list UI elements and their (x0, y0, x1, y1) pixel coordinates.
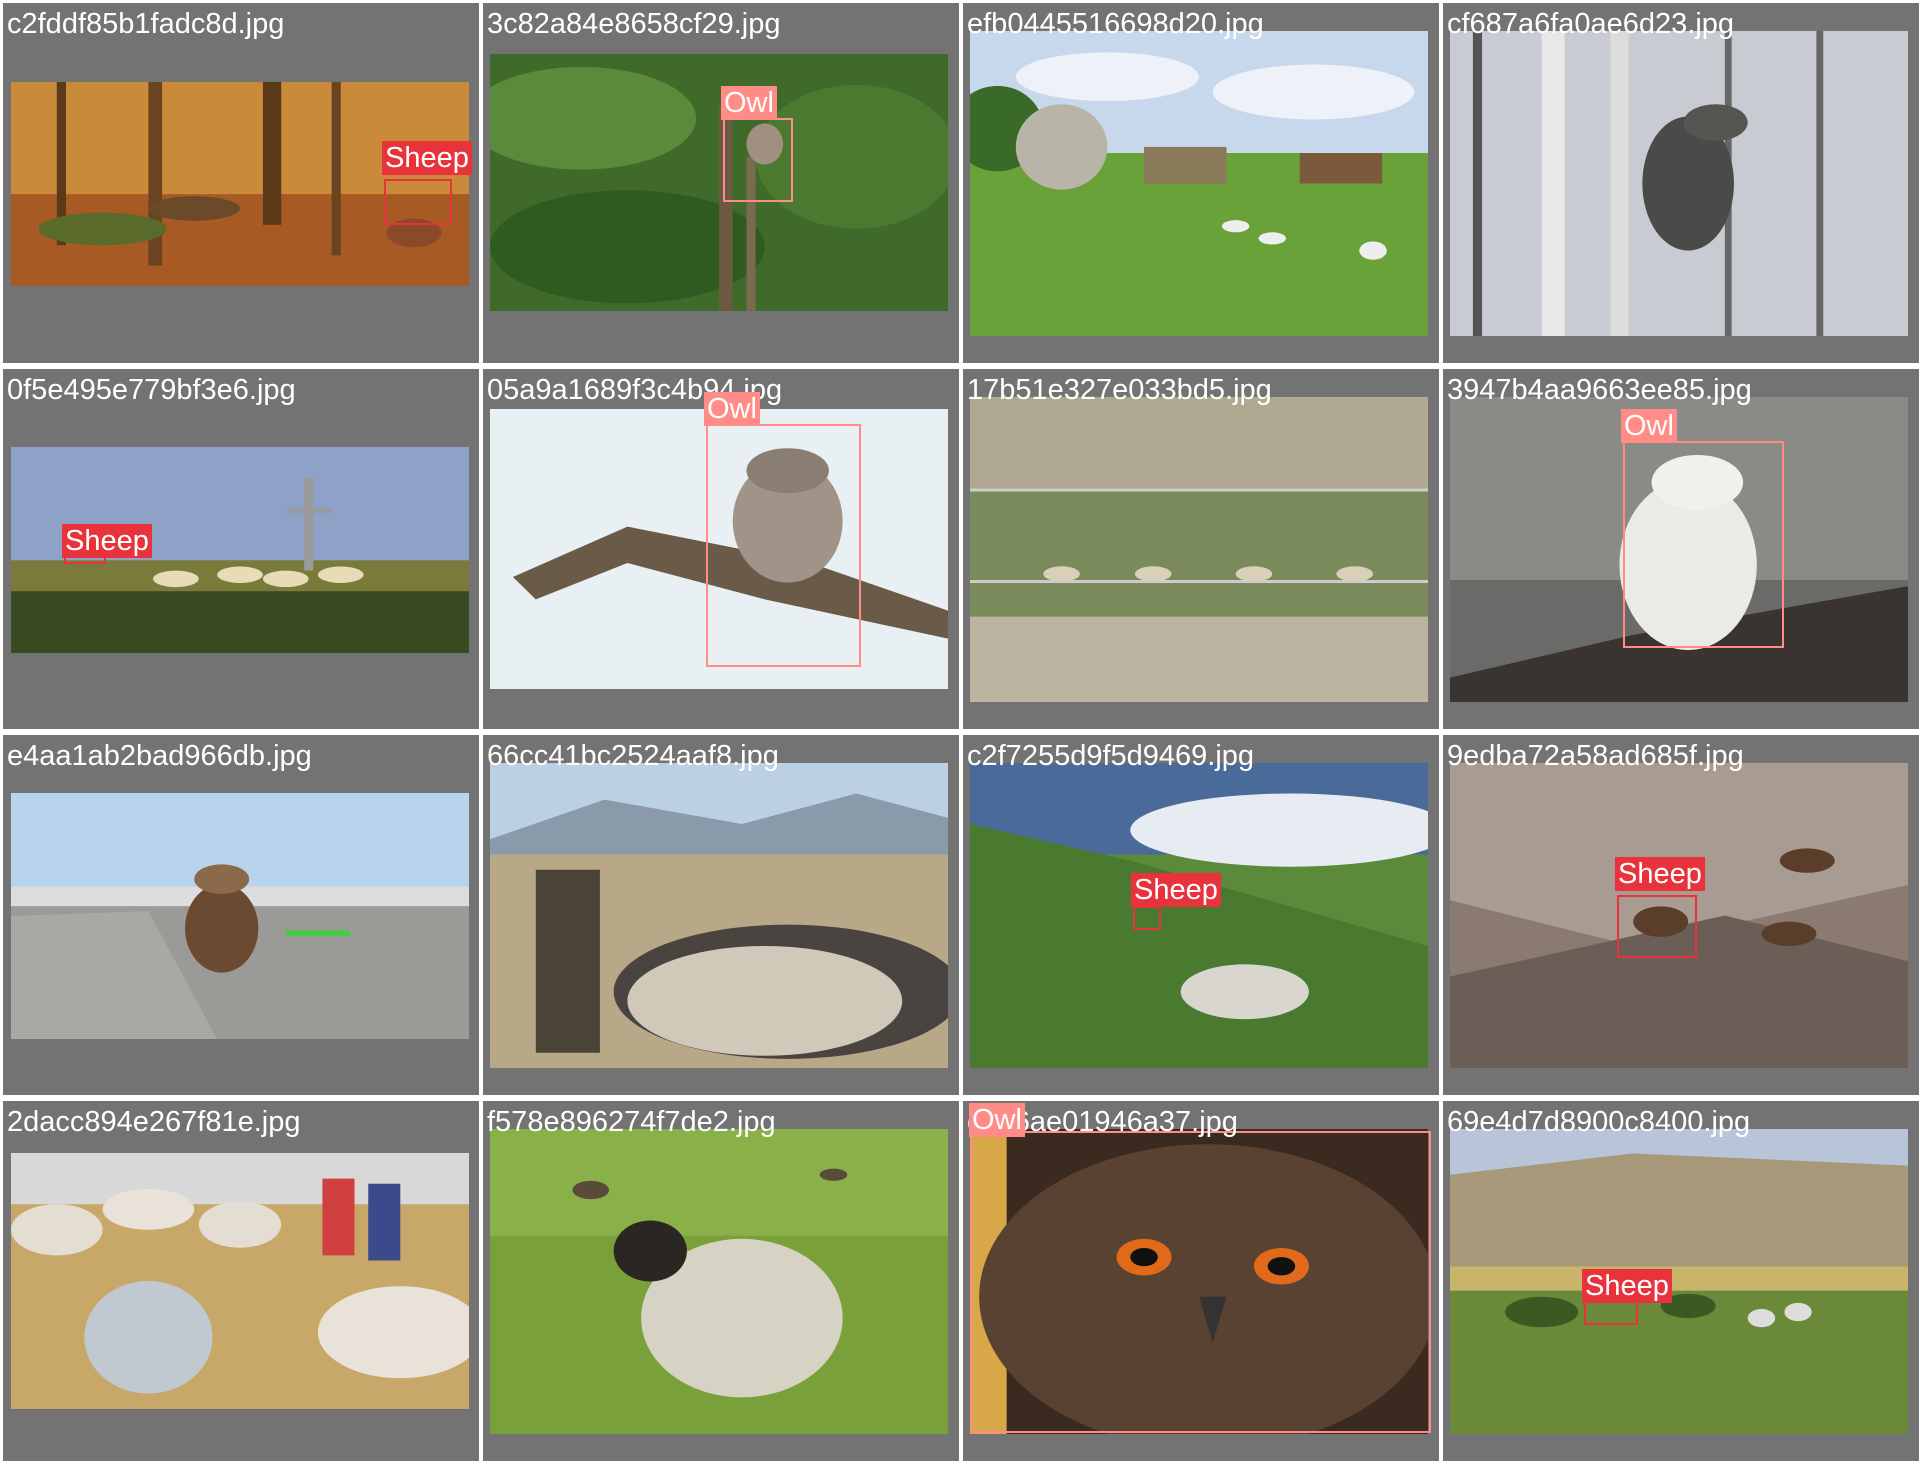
owl-bounding-box (971, 1131, 1431, 1433)
tile-11[interactable]: Sheep c2f7255d9f5d9469.jpg (963, 735, 1439, 1095)
tile-filename: f578e896274f7de2.jpg (487, 1106, 776, 1138)
owl-mascot-road-image (11, 793, 469, 1039)
tile-filename: e4aa1ab2bad966db.jpg (7, 740, 312, 772)
tile-filename: 66cc41bc2524aaf8.jpg (487, 740, 779, 772)
tile-7[interactable]: 17b51e327e033bd5.jpg (963, 369, 1439, 729)
tile-4[interactable]: cf687a6fa0ae6d23.jpg (1443, 3, 1919, 363)
tile-photo (970, 397, 1428, 702)
tile-2[interactable]: Owl 3c82a84e8658cf29.jpg (483, 3, 959, 363)
sheep-bounding-box (1133, 906, 1161, 930)
tile-photo (11, 793, 469, 1039)
tile-10[interactable]: 66cc41bc2524aaf8.jpg (483, 735, 959, 1095)
sheep-bounding-box (1617, 895, 1697, 958)
tile-photo (490, 763, 948, 1068)
tile-filename: 2dacc894e267f81e.jpg (7, 1106, 301, 1138)
green-tree-owl-image (490, 54, 948, 311)
barn-children-sheep-image (11, 1153, 469, 1409)
tile-15[interactable]: Owl c056ae01946a37.jpg (963, 1101, 1439, 1461)
owl-bare-birch-image (1450, 31, 1908, 336)
image-grid: Sheep c2fddf85b1fadc8d.jpg Owl 3c82a84e8… (0, 0, 1920, 1464)
tile-filename: 17b51e327e033bd5.jpg (967, 374, 1272, 406)
owl-label: Owl (1621, 409, 1677, 443)
tile-photo (970, 31, 1428, 336)
sheep-label: Sheep (1131, 873, 1221, 907)
owl-bounding-box (706, 424, 861, 667)
tile-8[interactable]: Owl 3947b4aa9663ee85.jpg (1443, 369, 1919, 729)
tile-filename: c2fddf85b1fadc8d.jpg (7, 8, 285, 40)
sheep-label: Sheep (1615, 857, 1705, 891)
tile-5[interactable]: Sheep 0f5e495e779bf3e6.jpg (3, 369, 479, 729)
tile-photo (1450, 1129, 1908, 1434)
tile-9[interactable]: e4aa1ab2bad966db.jpg (3, 735, 479, 1095)
tile-16[interactable]: Sheep 69e4d7d8900c8400.jpg (1443, 1101, 1919, 1461)
owl-bounding-box (723, 118, 793, 202)
savanna-sheep-image (1450, 1129, 1908, 1434)
tile-filename: efb0445516698d20.jpg (967, 8, 1264, 40)
tile-photo (11, 1153, 469, 1409)
tile-filename: 3c82a84e8658cf29.jpg (487, 8, 781, 40)
tile-12[interactable]: Sheep 9edba72a58ad685f.jpg (1443, 735, 1919, 1095)
tile-filename: cf687a6fa0ae6d23.jpg (1447, 8, 1735, 40)
misty-valley-sheep-image (970, 763, 1428, 1068)
tile-3[interactable]: efb0445516698d20.jpg (963, 3, 1439, 363)
tile-photo (1450, 31, 1908, 336)
owl-bounding-box (1623, 441, 1784, 648)
tile-filename: 3947b4aa9663ee85.jpg (1447, 374, 1752, 406)
tile-filename: 0f5e495e779bf3e6.jpg (7, 374, 296, 406)
tile-photo (490, 54, 948, 311)
tile-13[interactable]: 2dacc894e267f81e.jpg (3, 1101, 479, 1461)
ram-in-grass-image (490, 1129, 948, 1434)
tile-photo (970, 763, 1428, 1068)
owl-label: Owl (721, 86, 777, 120)
tile-photo (490, 1129, 948, 1434)
tile-filename: 69e4d7d8900c8400.jpg (1447, 1106, 1751, 1138)
meadow-cottages-image (970, 31, 1428, 336)
sheep-label: Sheep (1582, 1269, 1672, 1303)
livestock-market-image (490, 763, 948, 1068)
owl-label: Owl (704, 392, 760, 426)
sheep-bounding-box (384, 179, 452, 225)
sheep-label: Sheep (382, 141, 472, 175)
tile-filename: 9edba72a58ad685f.jpg (1447, 740, 1744, 772)
owl-label: Owl (969, 1103, 1025, 1137)
tile-1[interactable]: Sheep c2fddf85b1fadc8d.jpg (3, 3, 479, 363)
fenced-flock-image (970, 397, 1428, 702)
tile-6[interactable]: Owl 05a9a1689f3c4b94.jpg (483, 369, 959, 729)
sheep-label: Sheep (62, 524, 152, 558)
tile-14[interactable]: f578e896274f7de2.jpg (483, 1101, 959, 1461)
tile-filename: c2f7255d9f5d9469.jpg (967, 740, 1255, 772)
